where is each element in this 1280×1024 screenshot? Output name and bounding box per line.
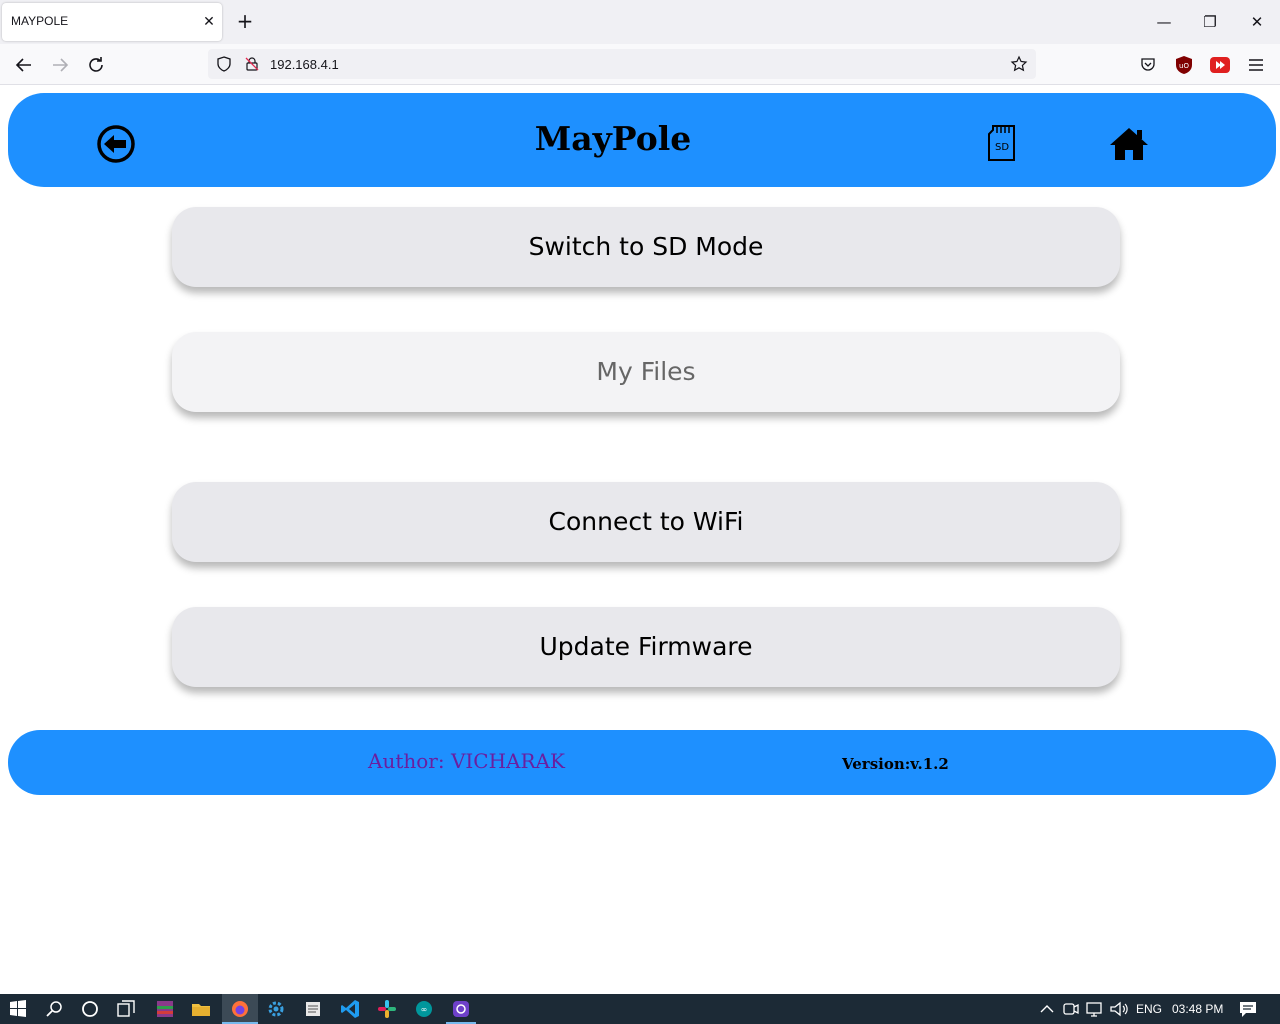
new-tab-button[interactable]: + <box>234 11 256 33</box>
vscode-icon[interactable] <box>339 998 361 1020</box>
youtube-extension-icon[interactable] <box>1210 57 1230 73</box>
meet-now-icon[interactable] <box>1060 998 1082 1020</box>
search-icon[interactable] <box>44 998 66 1020</box>
home-icon[interactable] <box>1108 126 1150 162</box>
sd-card-icon[interactable]: SD <box>986 124 1018 164</box>
minimize-button[interactable]: — <box>1152 10 1176 34</box>
browser-navbar: 192.168.4.1 uO <box>0 44 1280 85</box>
tab-title: MAYPOLE <box>11 14 69 28</box>
author-text: Author: VICHARAK <box>368 749 565 773</box>
update-firmware-button[interactable]: Update Firmware <box>172 607 1120 687</box>
task-view-icon[interactable] <box>115 998 137 1020</box>
svg-text:∞: ∞ <box>421 1005 428 1014</box>
cortana-icon[interactable] <box>79 998 101 1020</box>
address-bar[interactable]: 192.168.4.1 <box>208 49 1036 79</box>
notepad-icon[interactable] <box>302 998 324 1020</box>
insecure-lock-icon[interactable] <box>244 56 260 72</box>
bookmark-star-icon[interactable] <box>1010 55 1028 73</box>
pocket-icon[interactable] <box>1139 56 1157 74</box>
github-desktop-icon[interactable] <box>450 998 472 1020</box>
browser-tab[interactable]: MAYPOLE ✕ <box>2 3 222 41</box>
tray-chevron-up-icon[interactable] <box>1036 998 1058 1020</box>
volume-icon[interactable] <box>1108 998 1130 1020</box>
version-text: Version:v.1.2 <box>842 755 949 773</box>
windows-start-icon[interactable] <box>7 998 29 1020</box>
file-explorer-icon[interactable] <box>190 998 212 1020</box>
action-center-icon[interactable] <box>1237 998 1259 1020</box>
page-title: MayPole <box>534 119 692 158</box>
shield-icon[interactable] <box>216 56 232 72</box>
slack-icon[interactable] <box>376 998 398 1020</box>
tab-close-icon[interactable]: ✕ <box>200 13 218 31</box>
forward-icon[interactable] <box>48 53 72 77</box>
svg-text:uO: uO <box>1179 62 1189 70</box>
ublock-icon[interactable]: uO <box>1175 55 1193 75</box>
my-files-button[interactable]: My Files <box>172 332 1120 412</box>
page-footer: Author: VICHARAK Version:v.1.2 <box>8 730 1276 795</box>
settings-gear-icon[interactable] <box>265 998 287 1020</box>
firefox-icon[interactable] <box>229 998 251 1020</box>
restore-button[interactable]: ❐ <box>1198 10 1222 34</box>
back-icon[interactable] <box>12 53 36 77</box>
browser-tabstrip: MAYPOLE ✕ + — ❐ ✕ <box>0 0 1280 44</box>
connect-to-wifi-button[interactable]: Connect to WiFi <box>172 482 1120 562</box>
sd-card-label: SD <box>995 142 1009 153</box>
url-text: 192.168.4.1 <box>270 57 339 72</box>
reload-icon[interactable] <box>84 53 108 77</box>
arduino-icon[interactable]: ∞ <box>413 998 435 1020</box>
menu-hamburger-icon[interactable] <box>1247 56 1265 74</box>
network-icon[interactable] <box>1084 998 1106 1020</box>
winrar-icon[interactable] <box>154 998 176 1020</box>
close-window-button[interactable]: ✕ <box>1245 10 1269 34</box>
language-indicator[interactable]: ENG <box>1136 1002 1162 1016</box>
page-header: MayPole SD <box>8 93 1276 187</box>
switch-to-sd-mode-button[interactable]: Switch to SD Mode <box>172 207 1120 287</box>
taskbar: ∞ ENG 03:48 PM <box>0 994 1280 1024</box>
clock[interactable]: 03:48 PM <box>1172 1002 1223 1016</box>
